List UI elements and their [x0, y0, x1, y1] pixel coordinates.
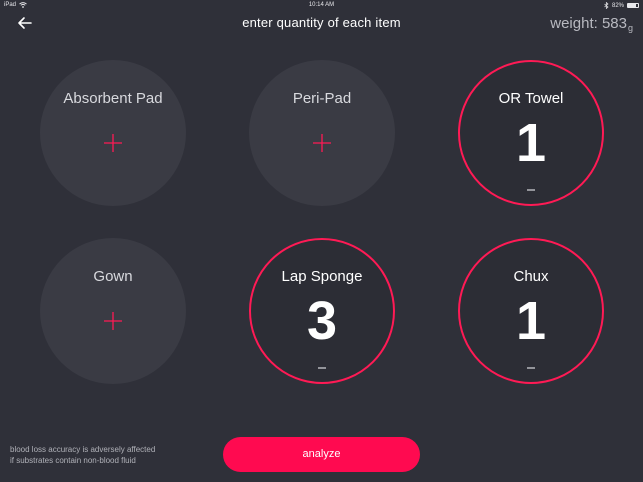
battery-fill: [628, 4, 637, 7]
status-right: 82%: [604, 2, 639, 9]
item-label: Gown: [93, 268, 133, 285]
bluetooth-icon: [604, 2, 609, 9]
battery-icon: [627, 3, 639, 8]
minus-icon[interactable]: [526, 185, 536, 195]
minus-icon[interactable]: [526, 363, 536, 373]
quantity-entry-screen: iPad 10:14 AM 82% enter quantity of each…: [0, 0, 643, 482]
accuracy-disclaimer: blood loss accuracy is adversely affecte…: [10, 444, 155, 466]
disclaimer-line-1: blood loss accuracy is adversely affecte…: [10, 445, 156, 454]
item-absorbent-pad[interactable]: Absorbent Pad: [40, 60, 186, 206]
minus-icon[interactable]: [317, 363, 327, 373]
weight-unit: g: [627, 23, 633, 33]
item-label: Peri-Pad: [292, 90, 352, 107]
item-gown[interactable]: Gown: [40, 238, 186, 384]
weight-value: weight: 583: [550, 15, 627, 32]
plus-icon[interactable]: [103, 311, 123, 331]
item-quantity: 3: [306, 291, 338, 351]
item-peri-pad[interactable]: Peri-Pad: [249, 60, 395, 206]
item-quantity: 1: [515, 113, 547, 173]
item-label: Absorbent Pad: [63, 90, 163, 107]
item-chux[interactable]: Chux 1: [458, 238, 604, 384]
battery-percent: 82%: [611, 2, 624, 9]
plus-icon[interactable]: [103, 133, 123, 153]
item-quantity: 1: [515, 291, 547, 351]
plus-icon[interactable]: [312, 133, 332, 153]
status-time: 10:14 AM: [308, 2, 335, 8]
status-bar: iPad 10:14 AM 82%: [0, 0, 643, 11]
item-label: OR Towel: [498, 90, 564, 107]
page-title: enter quantity of each item: [242, 15, 401, 30]
item-label: Chux: [513, 268, 549, 285]
analyze-button[interactable]: analyze: [223, 437, 420, 472]
item-label: Lap Sponge: [281, 268, 363, 285]
weight-readout: weight: 583g: [550, 15, 633, 33]
item-or-towel[interactable]: OR Towel 1: [458, 60, 604, 206]
item-lap-sponge[interactable]: Lap Sponge 3: [249, 238, 395, 384]
disclaimer-line-2: if substrates contain non-blood fluid: [10, 456, 136, 465]
